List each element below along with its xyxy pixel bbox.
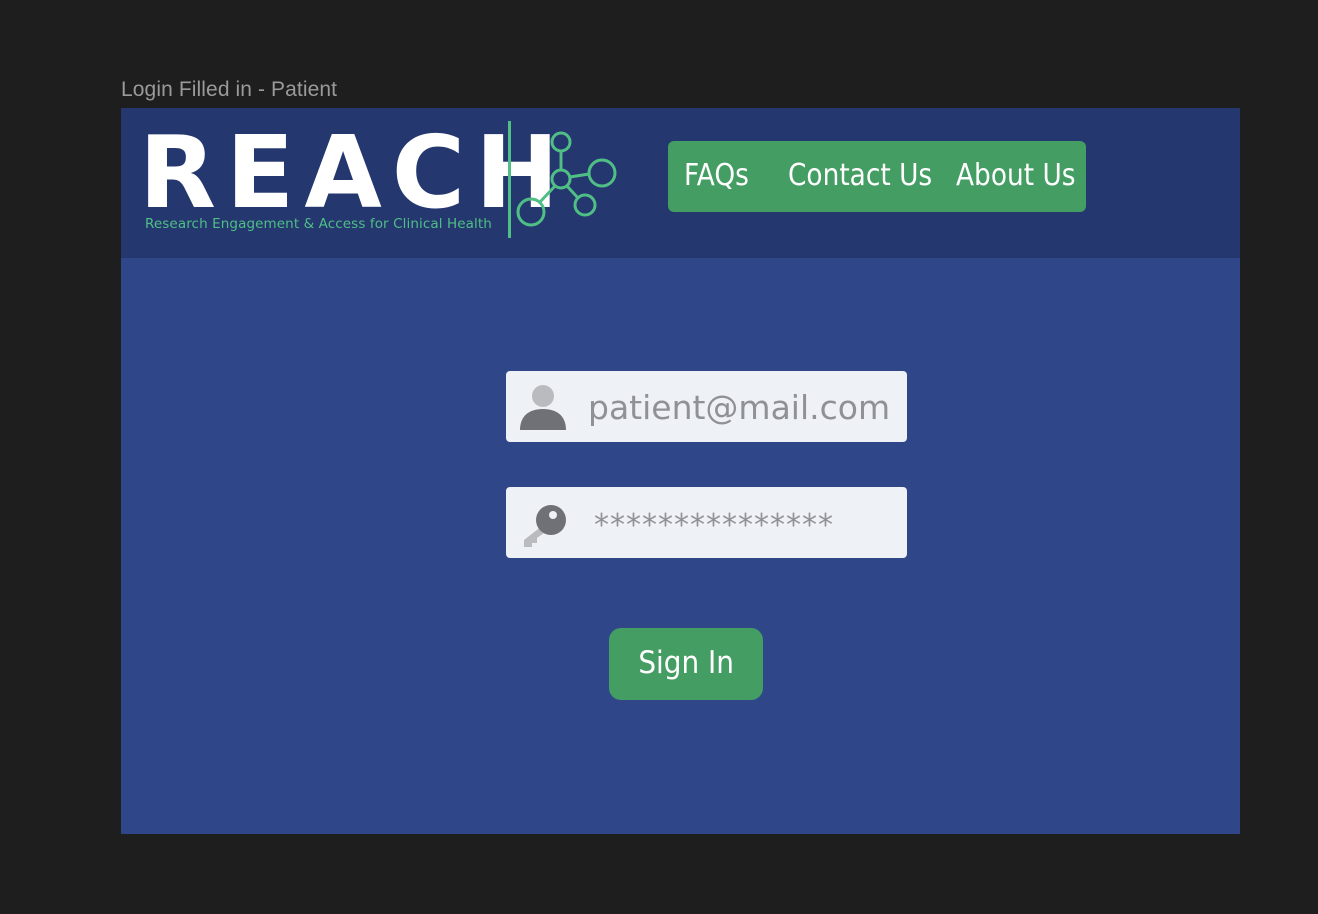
password-input[interactable]: *************** — [594, 487, 904, 558]
logo-divider — [508, 121, 511, 238]
password-field[interactable]: *************** — [506, 487, 907, 558]
site-header: REACH Research Engagement & Access for C… — [121, 108, 1240, 258]
user-icon — [520, 385, 566, 430]
network-icon — [516, 131, 617, 227]
nav-link-contact-us[interactable]: Contact Us — [788, 141, 932, 212]
sign-in-button[interactable]: Sign In — [609, 628, 763, 700]
sign-in-label: Sign In — [638, 645, 734, 681]
logo-tagline: Research Engagement & Access for Clinica… — [145, 216, 492, 232]
email-input[interactable]: patient@mail.com — [588, 371, 898, 442]
nav-link-faqs[interactable]: FAQs — [684, 141, 749, 212]
logo-wordmark: REACH — [139, 114, 569, 231]
top-nav: FAQs Contact Us About Us — [668, 141, 1086, 212]
email-field[interactable]: patient@mail.com — [506, 371, 907, 442]
key-icon — [524, 505, 566, 547]
design-canvas: Login Filled in - Patient REACH Research… — [0, 0, 1318, 914]
nav-link-about-us[interactable]: About Us — [956, 141, 1076, 212]
frame-label: Login Filled in - Patient — [121, 78, 338, 101]
login-page: REACH Research Engagement & Access for C… — [121, 108, 1240, 834]
